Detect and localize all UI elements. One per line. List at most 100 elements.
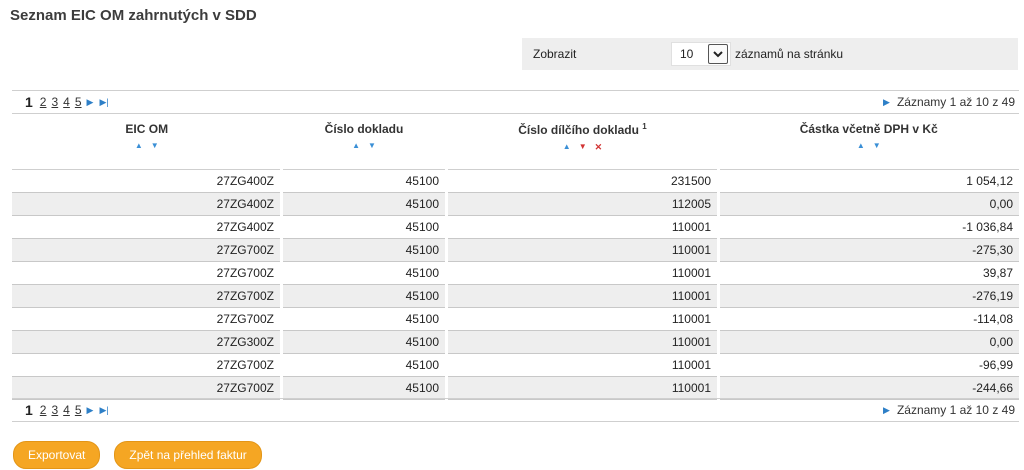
- page-link-3[interactable]: 3: [51, 403, 58, 417]
- page-link-2[interactable]: 2: [40, 403, 47, 417]
- column-header-doc-number: Číslo dokladu ▲ ▼: [281, 113, 447, 170]
- cell-amount: 0,00: [718, 192, 1019, 216]
- table-row: 27ZG700Z 45100 110001 -244,66: [12, 376, 1019, 400]
- sort-asc-icon[interactable]: ▲: [857, 142, 865, 150]
- info-arrow-icon: ▶: [883, 96, 890, 107]
- table-row: 27ZG700Z 45100 110001 -96,99: [12, 353, 1019, 377]
- sort-desc-active-icon[interactable]: ▼: [579, 143, 587, 151]
- cell-doc-number: 45100: [281, 284, 448, 308]
- cell-doc-number: 45100: [281, 215, 448, 239]
- cell-doc-number: 45100: [281, 353, 448, 377]
- column-header-amount: Částka včetně DPH v Kč ▲ ▼: [718, 113, 1019, 170]
- cell-amount: -276,19: [718, 284, 1019, 308]
- page-size-filter: Zobrazit 10 záznamů na stránku: [522, 38, 1018, 70]
- records-info-text: Záznamy 1 až 10 z 49: [896, 95, 1015, 109]
- sort-asc-icon[interactable]: ▲: [563, 143, 571, 151]
- column-label: Částka včetně DPH v Kč: [799, 122, 938, 136]
- page-link-5[interactable]: 5: [75, 403, 82, 417]
- column-header-subdoc-number: Číslo dílčího dokladu 1 ▲ ▼ ✕: [446, 113, 719, 170]
- page-size-label: Zobrazit: [533, 47, 577, 61]
- chevron-down-icon[interactable]: [708, 44, 728, 64]
- column-label: EIC OM: [125, 122, 169, 136]
- sort-asc-icon[interactable]: ▲: [135, 142, 143, 150]
- pagination: 1 2 3 4 5 ▶ ▶|: [12, 402, 115, 418]
- cell-eic-om: 27ZG400Z: [12, 169, 283, 193]
- page-link-1[interactable]: 1: [25, 94, 33, 110]
- page-link-4[interactable]: 4: [63, 403, 70, 417]
- table-row: 27ZG700Z 45100 110001 39,87: [12, 261, 1019, 285]
- column-label: Číslo dílčího dokladu: [518, 123, 639, 137]
- table-row: 27ZG700Z 45100 110001 -275,30: [12, 238, 1019, 262]
- page-link-2[interactable]: 2: [40, 95, 47, 109]
- export-button[interactable]: Exportovat: [13, 441, 101, 469]
- cell-subdoc-number: 110001: [446, 284, 720, 308]
- cell-amount: -275,30: [718, 238, 1019, 262]
- table-header-row: EIC OM ▲ ▼ Číslo dokladu ▲ ▼ Číslo dílčí…: [12, 113, 1019, 170]
- cell-subdoc-number: 112005: [446, 192, 720, 216]
- cell-amount: 1 054,12: [718, 169, 1019, 193]
- column-header-eic: EIC OM ▲ ▼: [12, 113, 282, 170]
- cell-doc-number: 45100: [281, 261, 448, 285]
- page-link-4[interactable]: 4: [63, 95, 70, 109]
- table-row: 27ZG300Z 45100 110001 0,00: [12, 330, 1019, 354]
- sort-desc-icon[interactable]: ▼: [368, 142, 376, 150]
- cell-eic-om: 27ZG700Z: [12, 307, 283, 331]
- pager-top: 1 2 3 4 5 ▶ ▶| ▶ Záznamy 1 až 10 z 49: [12, 90, 1019, 114]
- cell-doc-number: 45100: [281, 169, 448, 193]
- cell-subdoc-number: 110001: [446, 353, 720, 377]
- cell-subdoc-number: 231500: [446, 169, 720, 193]
- cell-eic-om: 27ZG300Z: [12, 330, 283, 354]
- pagination: 1 2 3 4 5 ▶ ▶|: [12, 94, 115, 110]
- page-size-value: 10: [680, 47, 694, 61]
- cell-amount: 39,87: [718, 261, 1019, 285]
- cell-subdoc-number: 110001: [446, 307, 720, 331]
- cell-eic-om: 27ZG700Z: [12, 353, 283, 377]
- cell-amount: -244,66: [718, 376, 1019, 400]
- records-info-top: ▶ Záznamy 1 až 10 z 49: [883, 95, 1019, 109]
- sort-desc-icon[interactable]: ▼: [873, 142, 881, 150]
- pager-bottom: 1 2 3 4 5 ▶ ▶| ▶ Záznamy 1 až 10 z 49: [12, 398, 1019, 422]
- page-link-5[interactable]: 5: [75, 95, 82, 109]
- cell-subdoc-number: 110001: [446, 376, 720, 400]
- cell-eic-om: 27ZG700Z: [12, 238, 283, 262]
- table-row: 27ZG700Z 45100 110001 -114,08: [12, 307, 1019, 331]
- cell-doc-number: 45100: [281, 192, 448, 216]
- records-info-bottom: ▶ Záznamy 1 až 10 z 49: [883, 403, 1019, 417]
- cell-subdoc-number: 110001: [446, 330, 720, 354]
- page-link-1[interactable]: 1: [25, 402, 33, 418]
- cell-doc-number: 45100: [281, 376, 448, 400]
- cell-doc-number: 45100: [281, 238, 448, 262]
- cell-eic-om: 27ZG700Z: [12, 261, 283, 285]
- cell-subdoc-number: 110001: [446, 215, 720, 239]
- cell-subdoc-number: 110001: [446, 238, 720, 262]
- cell-amount: -96,99: [718, 353, 1019, 377]
- info-arrow-icon: ▶: [883, 404, 890, 415]
- next-page-icon[interactable]: ▶: [87, 405, 94, 416]
- next-page-icon[interactable]: ▶: [87, 97, 94, 108]
- page-link-3[interactable]: 3: [51, 95, 58, 109]
- footnote-marker: 1: [642, 122, 647, 131]
- last-page-icon[interactable]: ▶|: [99, 405, 108, 416]
- last-page-icon[interactable]: ▶|: [99, 97, 108, 108]
- table-row: 27ZG400Z 45100 112005 0,00: [12, 192, 1019, 216]
- page-size-select[interactable]: 10: [671, 42, 731, 66]
- table-row: 27ZG400Z 45100 110001 -1 036,84: [12, 215, 1019, 239]
- cell-eic-om: 27ZG700Z: [12, 376, 283, 400]
- records-info-text: Záznamy 1 až 10 z 49: [896, 403, 1015, 417]
- back-to-invoices-button[interactable]: Zpět na přehled faktur: [114, 441, 262, 469]
- eic-table: EIC OM ▲ ▼ Číslo dokladu ▲ ▼ Číslo dílčí…: [12, 113, 1019, 400]
- cell-eic-om: 27ZG400Z: [12, 192, 283, 216]
- cell-amount: -1 036,84: [718, 215, 1019, 239]
- action-buttons: Exportovat Zpět na přehled faktur: [13, 441, 262, 469]
- cell-eic-om: 27ZG700Z: [12, 284, 283, 308]
- cell-amount: 0,00: [718, 330, 1019, 354]
- cell-doc-number: 45100: [281, 307, 448, 331]
- sort-asc-icon[interactable]: ▲: [352, 142, 360, 150]
- table-row: 27ZG400Z 45100 231500 1 054,12: [12, 169, 1019, 193]
- page-title: Seznam EIC OM zahrnutých v SDD: [10, 7, 257, 24]
- clear-sort-icon[interactable]: ✕: [595, 143, 603, 152]
- sort-desc-icon[interactable]: ▼: [151, 142, 159, 150]
- table-row: 27ZG700Z 45100 110001 -276,19: [12, 284, 1019, 308]
- cell-eic-om: 27ZG400Z: [12, 215, 283, 239]
- page-size-suffix: záznamů na stránku: [735, 47, 844, 61]
